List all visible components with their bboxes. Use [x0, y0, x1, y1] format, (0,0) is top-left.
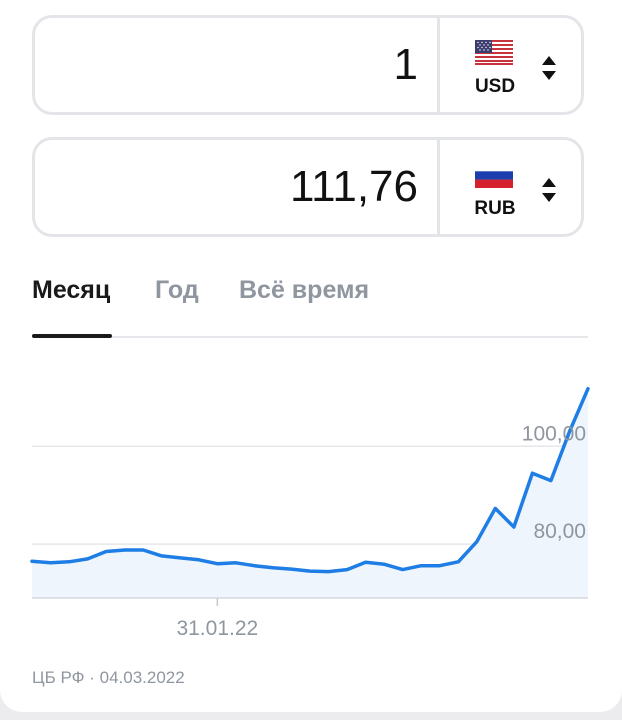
y-tick-label: 100,00: [522, 422, 586, 445]
sort-arrows-icon[interactable]: [541, 176, 557, 204]
tab-month[interactable]: Месяц: [32, 276, 110, 305]
active-tab-indicator: [32, 334, 112, 338]
rate-area: [32, 388, 588, 598]
tab-year[interactable]: Год: [155, 276, 199, 305]
to-amount-input[interactable]: 111,76: [35, 140, 440, 234]
x-tick-label: 31.01.22: [176, 617, 258, 640]
to-currency-selector[interactable]: RUB: [440, 140, 584, 234]
from-currency-code: USD: [474, 76, 516, 97]
sort-arrows-icon[interactable]: [541, 54, 557, 82]
tab-all-time[interactable]: Всё время: [239, 276, 369, 305]
exchange-rate-chart: 80,00100,0031.01.2228.02.22: [30, 386, 590, 640]
tabs-divider: [112, 336, 588, 338]
y-tick-label: 80,00: [533, 520, 586, 543]
from-currency-field[interactable]: 1 USD: [32, 15, 584, 115]
from-amount-input[interactable]: 1: [35, 18, 440, 112]
to-currency-field[interactable]: 111,76 RUB: [32, 137, 584, 237]
period-tabs: Месяц Год Всё время: [32, 270, 588, 340]
converter-card: 1 USD 111,76 RUB Месяц Год Всё время 80,…: [0, 0, 622, 712]
us-flag-icon: [475, 40, 513, 65]
source-label: ЦБ РФ · 04.03.2022: [32, 668, 185, 687]
from-currency-selector[interactable]: USD: [440, 18, 584, 112]
ru-flag-icon: [475, 163, 513, 188]
to-currency-code: RUB: [474, 198, 516, 219]
